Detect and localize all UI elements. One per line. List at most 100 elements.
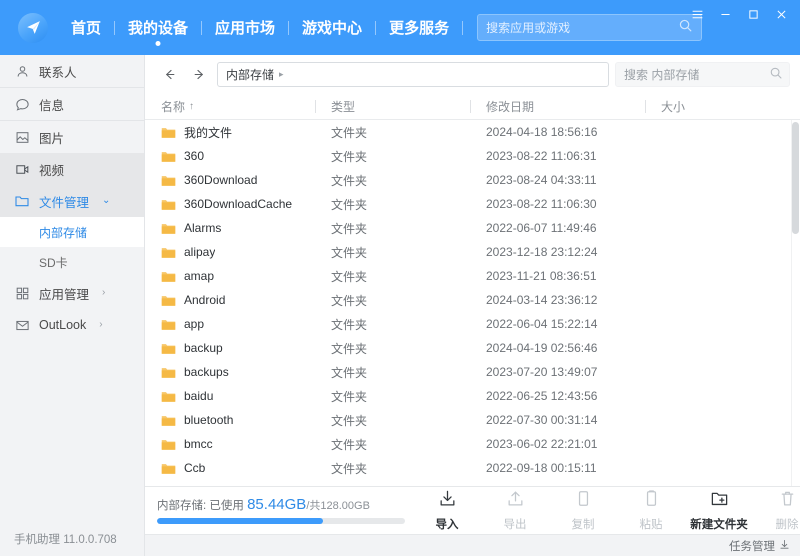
table-row[interactable]: amap 文件夹 2023-11-21 08:36:51: [145, 264, 800, 288]
file-type-cell: 文件夹: [331, 461, 368, 476]
vertical-scrollbar[interactable]: [791, 120, 800, 486]
file-name-cell[interactable]: backups: [145, 365, 315, 379]
file-name-cell[interactable]: bmcc: [145, 437, 315, 451]
import-icon: [438, 489, 457, 513]
file-name-label: bmcc: [184, 437, 213, 451]
sidebar-item-images[interactable]: 图片: [0, 121, 144, 153]
search-icon[interactable]: [769, 66, 783, 83]
active-tab-indicator-dot: [155, 41, 161, 46]
file-name-cell[interactable]: backup: [145, 341, 315, 355]
table-row[interactable]: app 文件夹 2022-06-04 15:22:14: [145, 312, 800, 336]
table-row[interactable]: 我的文件 文件夹 2024-04-18 18:56:16: [145, 120, 800, 144]
file-name-cell[interactable]: Ccb: [145, 461, 315, 475]
arrow-left-icon[interactable]: [157, 63, 181, 87]
close-icon[interactable]: [768, 2, 794, 26]
file-rows-host: 我的文件 文件夹 2024-04-18 18:56:16 360 文件夹 2023-08-…: [145, 120, 800, 486]
file-name-cell[interactable]: baidu: [145, 389, 315, 403]
arrow-right-icon[interactable]: [187, 63, 211, 87]
menu-icon[interactable]: [684, 2, 710, 26]
sidebar-item-label: 视频: [39, 163, 65, 178]
sidebar-item-contacts[interactable]: 联系人: [0, 55, 144, 87]
file-name-cell[interactable]: Android: [145, 293, 315, 307]
table-row[interactable]: baidu 文件夹 2022-06-25 12:43:56: [145, 384, 800, 408]
file-name-label: Alarms: [184, 221, 222, 235]
file-name-cell[interactable]: bluetooth: [145, 413, 315, 427]
folder-icon: [161, 390, 176, 403]
folder-icon: [161, 150, 176, 163]
table-row[interactable]: alipay 文件夹 2023-12-18 23:12:24: [145, 240, 800, 264]
action-button-label: 新建文件夹: [690, 519, 748, 531]
file-name-cell[interactable]: alipay: [145, 245, 315, 259]
file-name-cell[interactable]: app: [145, 317, 315, 331]
minimize-icon[interactable]: [712, 2, 738, 26]
sidebar-item-app-management[interactable]: 应用管理 ›: [0, 277, 144, 309]
folder-icon: [161, 366, 176, 379]
table-row[interactable]: backups 文件夹 2023-07-20 13:49:07: [145, 360, 800, 384]
file-name-label: Android: [184, 293, 226, 307]
table-row[interactable]: bluetooth 文件夹 2022-07-30 00:31:14: [145, 408, 800, 432]
nav-item-more-services[interactable]: 更多服务: [376, 0, 462, 55]
file-name-cell[interactable]: 360Download: [145, 173, 315, 187]
sidebar-subitem-sd-card[interactable]: SD卡: [0, 247, 144, 277]
sidebar-item-videos[interactable]: 视频: [0, 153, 144, 185]
action-button-new-folder[interactable]: 新建文件夹: [687, 486, 751, 535]
sidebar-item-label: 联系人: [39, 65, 77, 80]
scrollbar-thumb[interactable]: [792, 122, 799, 234]
table-row[interactable]: backup 文件夹 2024-04-19 02:56:46: [145, 336, 800, 360]
action-button-import[interactable]: 导入: [415, 486, 479, 535]
message-icon: [14, 97, 30, 112]
table-row[interactable]: bmcc 文件夹 2023-06-02 22:21:01: [145, 432, 800, 456]
nav-item-label: 首页: [71, 20, 102, 37]
nav-item-my-device[interactable]: 我的设备: [115, 0, 201, 55]
column-header-modified-date[interactable]: 修改日期: [470, 94, 645, 119]
sidebar-item-messages[interactable]: 信息: [0, 88, 144, 120]
file-name-cell[interactable]: 360: [145, 149, 315, 163]
task-manager-button[interactable]: 任务管理: [729, 538, 790, 554]
file-date-cell: 2023-08-22 11:06:31: [486, 149, 597, 163]
folder-icon: [161, 414, 176, 427]
nav-item-home[interactable]: 首页: [58, 0, 114, 55]
file-date-cell: 2023-07-20 13:49:07: [486, 365, 598, 379]
maximize-icon[interactable]: [740, 2, 766, 26]
table-row[interactable]: Ccb 文件夹 2022-09-18 00:15:11: [145, 456, 800, 480]
table-row[interactable]: Alarms 文件夹 2022-06-07 11:49:46: [145, 216, 800, 240]
breadcrumb-segment-internal-storage[interactable]: 内部存储: [226, 66, 274, 83]
file-type-cell: 文件夹: [331, 245, 368, 260]
table-row[interactable]: Android 文件夹 2024-03-14 23:36:12: [145, 288, 800, 312]
file-name-label: alipay: [184, 245, 216, 259]
column-header-size[interactable]: 大小: [645, 94, 800, 119]
sidebar-subitem-internal-storage[interactable]: 内部存储: [0, 217, 144, 247]
folder-icon: [161, 246, 176, 259]
table-row[interactable]: 360DownloadCache 文件夹 2023-08-22 11:06:30: [145, 192, 800, 216]
column-header-type[interactable]: 类型: [315, 94, 470, 119]
sidebar-item-outlook[interactable]: OutLook ›: [0, 309, 144, 341]
nav-item-app-market[interactable]: 应用市场: [202, 0, 288, 55]
app-window: 首页 我的设备 应用市场 游戏中心 更多服务 搜索应用或游戏 联系人 信息 图片…: [0, 0, 800, 556]
folder-search-box[interactable]: 搜索 内部存储: [615, 62, 790, 87]
image-icon: [14, 130, 30, 145]
action-button-label: 复制: [571, 519, 595, 531]
sort-ascending-icon: ↑: [189, 101, 195, 112]
file-name-cell[interactable]: Alarms: [145, 221, 315, 235]
file-name-label: 360DownloadCache: [184, 197, 293, 211]
file-name-label: 360: [184, 149, 205, 163]
storage-progress-bar: [157, 518, 405, 525]
nav-item-game-center[interactable]: 游戏中心: [289, 0, 375, 55]
table-row[interactable]: MobileTicket 文件夹2023-08-22 11:06:30: [145, 480, 800, 486]
file-type-cell: 文件夹: [331, 413, 368, 428]
global-search-input[interactable]: 搜索应用或游戏: [486, 19, 678, 36]
file-name-cell[interactable]: 360DownloadCache: [145, 197, 315, 211]
file-name-cell[interactable]: amap: [145, 269, 315, 283]
column-header-name[interactable]: 名称 ↑: [145, 94, 315, 119]
sidebar: 联系人 信息 图片 视频 文件管理 ⌄ 内部存储 SD卡 应用管理 › OutL…: [0, 55, 145, 556]
file-name-cell[interactable]: 我的文件: [145, 124, 315, 141]
table-row[interactable]: 360Download 文件夹 2023-08-24 04:33:11: [145, 168, 800, 192]
breadcrumb[interactable]: 内部存储 ▸: [217, 62, 609, 87]
file-name-cell[interactable]: MobileTicket: [145, 485, 315, 486]
column-header-label: 类型: [331, 100, 356, 114]
folder-search-input[interactable]: 搜索 内部存储: [624, 66, 769, 83]
sidebar-item-file-management[interactable]: 文件管理 ⌄: [0, 185, 144, 217]
global-search-box[interactable]: 搜索应用或游戏: [477, 14, 703, 41]
folder-icon: [161, 462, 176, 475]
table-row[interactable]: 360 文件夹 2023-08-22 11:06:31: [145, 144, 800, 168]
